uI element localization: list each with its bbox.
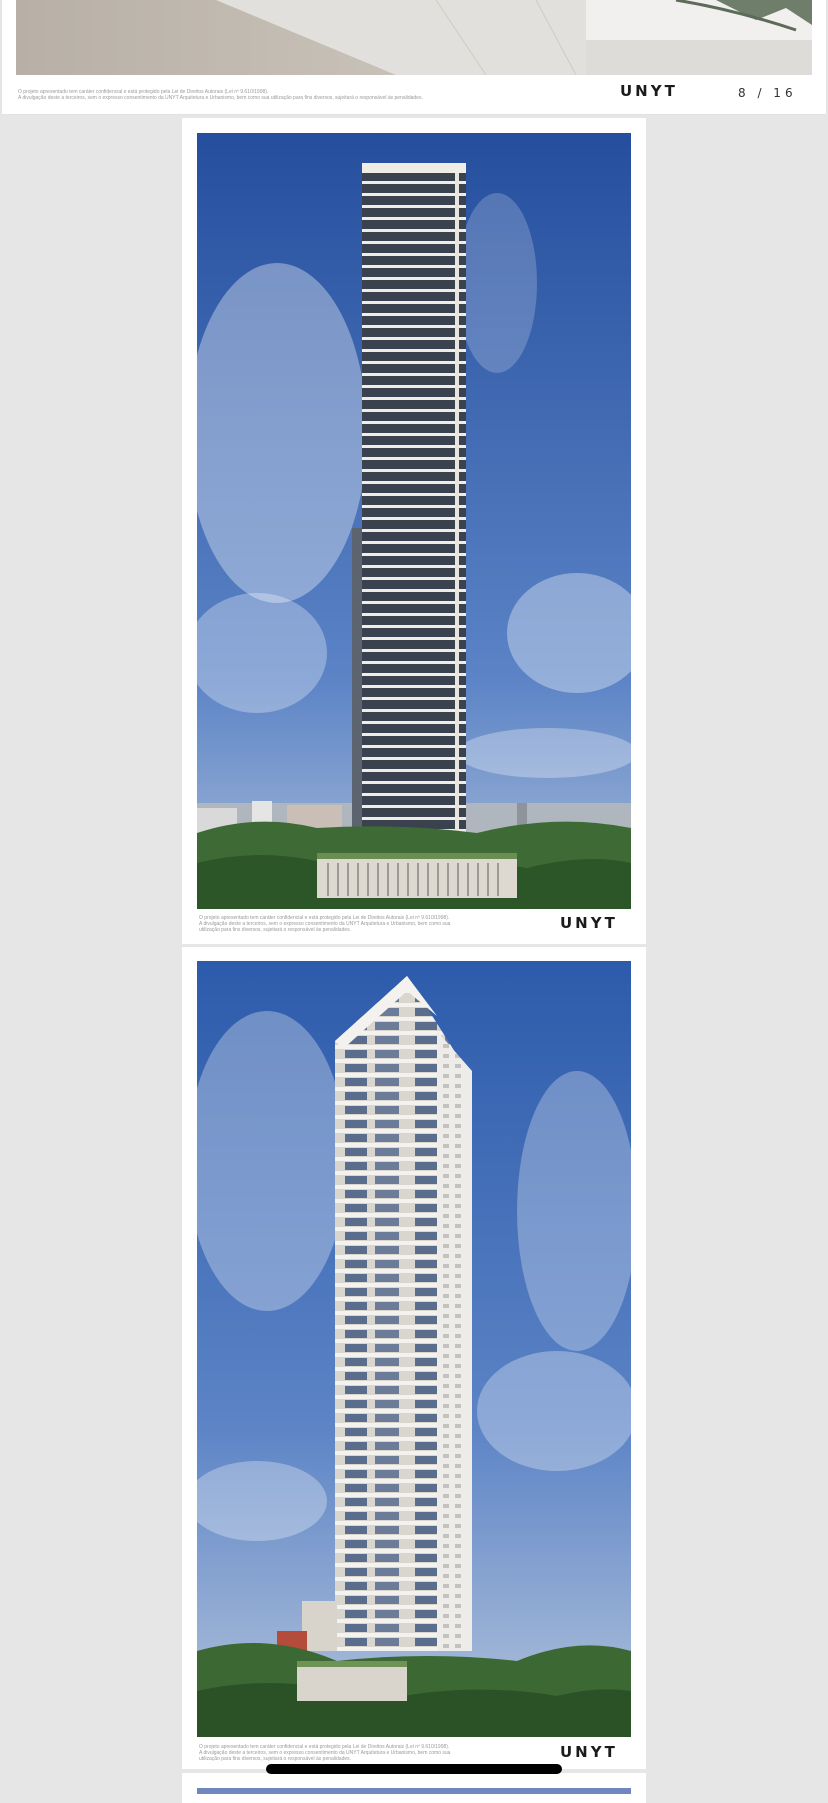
unyt-logo: UNYT [620, 82, 678, 100]
legal-disclaimer: O projeto apresentado tem caráter confid… [199, 915, 529, 933]
disclaimer-line: utilização para fins diversos, sujeitará… [199, 927, 352, 933]
disclaimer-line: utilização para fins diversos, sujeitará… [199, 1756, 352, 1762]
page-counter: 8 / 16 [738, 86, 797, 100]
legal-disclaimer: O projeto apresentado tem caráter confid… [199, 1744, 529, 1762]
pdf-page-11-preview [182, 1773, 646, 1803]
unyt-logo: UNYT [560, 1743, 618, 1761]
next-render-image [197, 1788, 631, 1794]
pdf-page-8: O projeto apresentado tem caráter confid… [2, 0, 826, 114]
terrace-render-image [16, 0, 812, 75]
disclaimer-line: A divulgação deste a terceiros, sem o ex… [18, 95, 423, 101]
unyt-logo: UNYT [560, 914, 618, 932]
pdf-page-10: O projeto apresentado tem caráter confid… [182, 947, 646, 1769]
home-indicator[interactable] [266, 1764, 562, 1774]
legal-disclaimer: O projeto apresentado tem caráter confid… [18, 89, 558, 101]
tower-render-image [197, 961, 631, 1737]
tower-render-image [197, 133, 631, 909]
pdf-page-9: O projeto apresentado tem caráter confid… [182, 118, 646, 944]
